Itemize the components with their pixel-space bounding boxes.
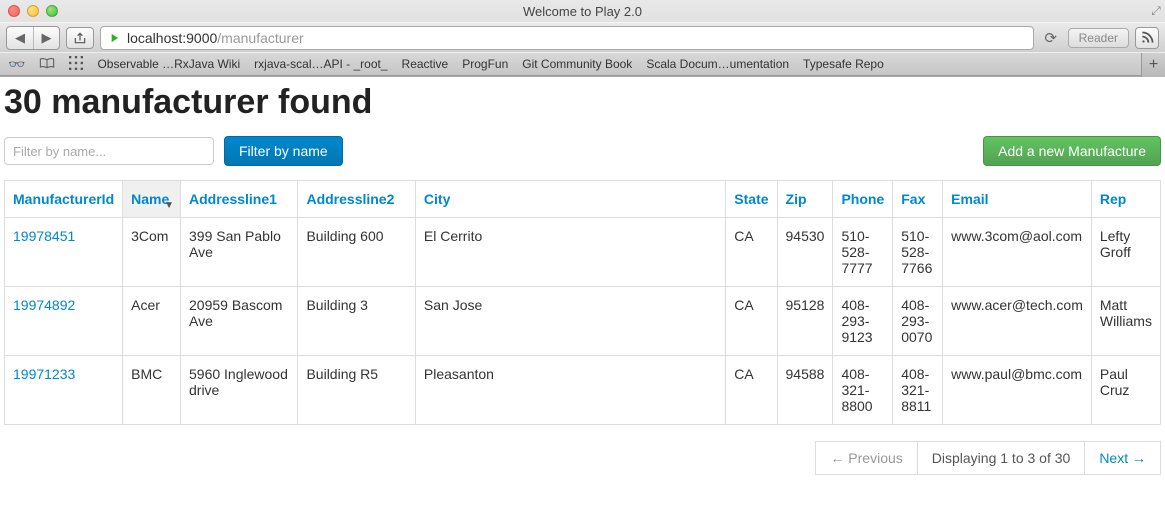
th-phone[interactable]: Phone [833,181,893,218]
refresh-button[interactable]: ⟳ [1040,27,1062,49]
cell-fax: 408-321-8811 [893,356,943,425]
share-icon [73,31,87,45]
browser-toolbar: ◀ ▶ localhost:9000/manufacturer ⟳ Reader [0,22,1165,52]
cell-addr2: Building 3 [298,287,415,356]
cell-state: CA [726,287,777,356]
site-icon [107,31,121,45]
bookmark-item[interactable]: Typesafe Repo [803,57,884,71]
browser-chrome: Welcome to Play 2.0 ⤡ ◀ ▶ localhost:9000… [0,0,1165,77]
page-title: 30 manufacturer found [4,83,1161,122]
cell-addr2: Building 600 [298,218,415,287]
pager: ← Previous Displaying 1 to 3 of 30 Next … [4,441,1161,475]
th-fax[interactable]: Fax [893,181,943,218]
nav-buttons: ◀ ▶ [6,26,60,50]
url-path: /manufacturer [217,30,303,46]
bookmarks-bar: 👓 Observable …RxJava Wiki rxjava-scal…AP… [0,52,1165,76]
th-city[interactable]: City [415,181,725,218]
glasses-icon[interactable]: 👓 [8,56,25,73]
cell-email: www.3com@aol.com [943,218,1092,287]
cell-city: El Cerrito [415,218,725,287]
cell-phone: 510-528-7777 [833,218,893,287]
cell-rep: Paul Cruz [1091,356,1160,425]
back-button[interactable]: ◀ [7,27,33,49]
cell-id[interactable]: 19974892 [5,287,123,356]
grid-icon[interactable] [69,56,83,73]
url-bar[interactable]: localhost:9000/manufacturer [100,26,1034,50]
filter-button[interactable]: Filter by name [224,136,343,166]
th-rep[interactable]: Rep [1091,181,1160,218]
cell-city: Pleasanton [415,356,725,425]
th-name[interactable]: Name▼ [123,181,181,218]
cell-phone: 408-293-9123 [833,287,893,356]
bookmark-item[interactable]: ProgFun [462,57,508,71]
cell-zip: 94588 [777,356,833,425]
cell-state: CA [726,218,777,287]
window-title: Welcome to Play 2.0 [0,4,1165,19]
cell-addr1: 20959 Bascom Ave [181,287,298,356]
cell-addr2: Building R5 [298,356,415,425]
cell-rep: Lefty Groff [1091,218,1160,287]
url-text: localhost:9000/manufacturer [127,30,304,46]
cell-email: www.acer@tech.com [943,287,1092,356]
cell-zip: 95128 [777,287,833,356]
add-manufacturer-button[interactable]: Add a new Manufacture [983,136,1161,166]
th-zip[interactable]: Zip [777,181,833,218]
prev-page-button[interactable]: ← Previous [815,441,917,475]
bookmark-item[interactable]: Observable …RxJava Wiki [97,57,240,71]
forward-button[interactable]: ▶ [33,27,59,49]
table-row: 19974892 Acer 20959 Bascom Ave Building … [5,287,1161,356]
manufacturer-table: ManufacturerId Name▼ Addressline1 Addres… [4,180,1161,425]
book-icon[interactable] [39,56,55,72]
th-manufacturer-id[interactable]: ManufacturerId [5,181,123,218]
cell-id[interactable]: 19978451 [5,218,123,287]
bookmark-item[interactable]: Scala Docum…umentation [646,57,789,71]
cell-name: 3Com [123,218,181,287]
page-content: 30 manufacturer found Filter by name Add… [0,83,1165,485]
rss-button[interactable] [1135,27,1159,49]
resize-icon[interactable]: ⤡ [1149,6,1164,16]
next-page-button[interactable]: Next → [1085,441,1161,475]
new-tab-button[interactable]: + [1141,53,1165,77]
cell-city: San Jose [415,287,725,356]
filter-row: Filter by name Add a new Manufacture [4,136,1161,166]
th-email[interactable]: Email [943,181,1092,218]
pager-status: Displaying 1 to 3 of 30 [918,441,1086,475]
cell-name: Acer [123,287,181,356]
title-bar: Welcome to Play 2.0 ⤡ [0,0,1165,22]
bookmark-item[interactable]: Reactive [402,57,449,71]
th-state[interactable]: State [726,181,777,218]
reader-button[interactable]: Reader [1068,28,1129,48]
bookmark-item[interactable]: Git Community Book [522,57,632,71]
cell-phone: 408-321-8800 [833,356,893,425]
sort-desc-icon: ▼ [164,200,174,211]
share-button[interactable] [66,27,94,49]
cell-rep: Matt Williams [1091,287,1160,356]
cell-id[interactable]: 19971233 [5,356,123,425]
th-addressline2[interactable]: Addressline2 [298,181,415,218]
table-header-row: ManufacturerId Name▼ Addressline1 Addres… [5,181,1161,218]
table-row: 19971233 BMC 5960 Inglewood drive Buildi… [5,356,1161,425]
cell-fax: 510-528-7766 [893,218,943,287]
bookmark-item[interactable]: rxjava-scal…API - _root_ [254,57,387,71]
th-addressline1[interactable]: Addressline1 [181,181,298,218]
cell-state: CA [726,356,777,425]
cell-zip: 94530 [777,218,833,287]
cell-addr1: 5960 Inglewood drive [181,356,298,425]
cell-fax: 408-293-0070 [893,287,943,356]
url-host: localhost:9000 [127,30,217,46]
rss-icon [1140,31,1154,45]
cell-name: BMC [123,356,181,425]
cell-email: www.paul@bmc.com [943,356,1092,425]
table-row: 19978451 3Com 399 San Pablo Ave Building… [5,218,1161,287]
cell-addr1: 399 San Pablo Ave [181,218,298,287]
filter-input[interactable] [4,137,214,165]
